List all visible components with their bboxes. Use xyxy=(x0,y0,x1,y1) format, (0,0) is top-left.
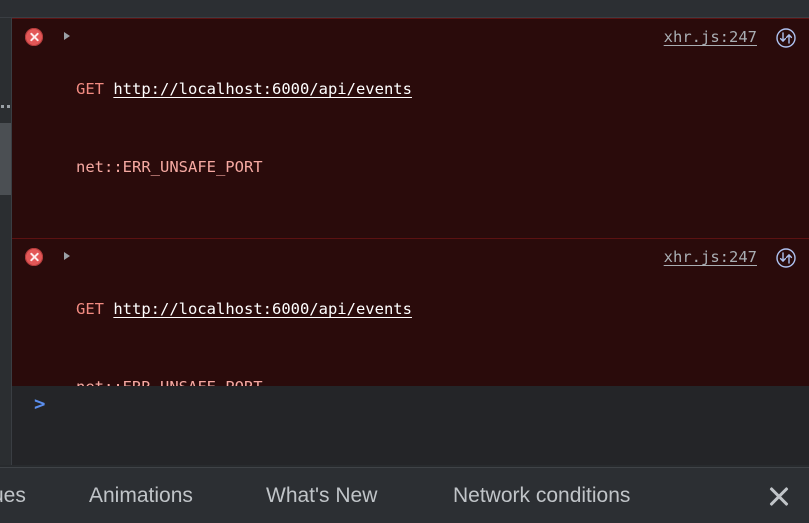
console-toolbar-strip xyxy=(0,0,809,18)
tab-animations[interactable]: Animations xyxy=(89,484,193,508)
console-message-network-error[interactable]: GET http://localhost:6000/api/events net… xyxy=(12,18,809,239)
network-request-icon[interactable] xyxy=(775,27,797,49)
gutter-handle-icon xyxy=(0,103,12,111)
request-line: GET http://localhost:6000/api/events xyxy=(76,296,801,322)
close-icon[interactable] xyxy=(765,482,793,510)
network-request-icon[interactable] xyxy=(775,247,797,269)
tab-issues[interactable]: ues xyxy=(0,484,26,508)
request-url[interactable]: http://localhost:6000/api/events xyxy=(113,300,412,318)
prompt-chevron-icon: > xyxy=(34,393,46,415)
console-left-gutter xyxy=(0,18,12,465)
request-line: GET http://localhost:6000/api/events xyxy=(76,76,801,102)
tab-whats-new[interactable]: What's New xyxy=(266,484,377,508)
error-icon xyxy=(25,248,43,266)
network-error-detail: net::ERR_UNSAFE_PORT xyxy=(76,158,263,176)
console-prompt-area[interactable]: > xyxy=(12,386,809,465)
vertical-scrollbar-thumb[interactable] xyxy=(0,123,11,195)
error-icon xyxy=(25,28,43,46)
drawer-tab-bar: ues Animations What's New Network condit… xyxy=(0,467,809,523)
console-message-body: GET http://localhost:6000/api/events net… xyxy=(12,24,809,232)
disclosure-triangle-right-icon[interactable] xyxy=(64,32,70,40)
disclosure-triangle-right-icon[interactable] xyxy=(64,252,70,260)
http-method: GET xyxy=(76,300,104,318)
source-link[interactable]: xhr.js:247 xyxy=(664,24,757,50)
source-link[interactable]: xhr.js:247 xyxy=(664,244,757,270)
tab-network-conditions[interactable]: Network conditions xyxy=(453,484,630,508)
devtools-console-panel: GET http://localhost:6000/api/events net… xyxy=(0,0,809,523)
http-method: GET xyxy=(76,80,104,98)
request-url[interactable]: http://localhost:6000/api/events xyxy=(113,80,412,98)
